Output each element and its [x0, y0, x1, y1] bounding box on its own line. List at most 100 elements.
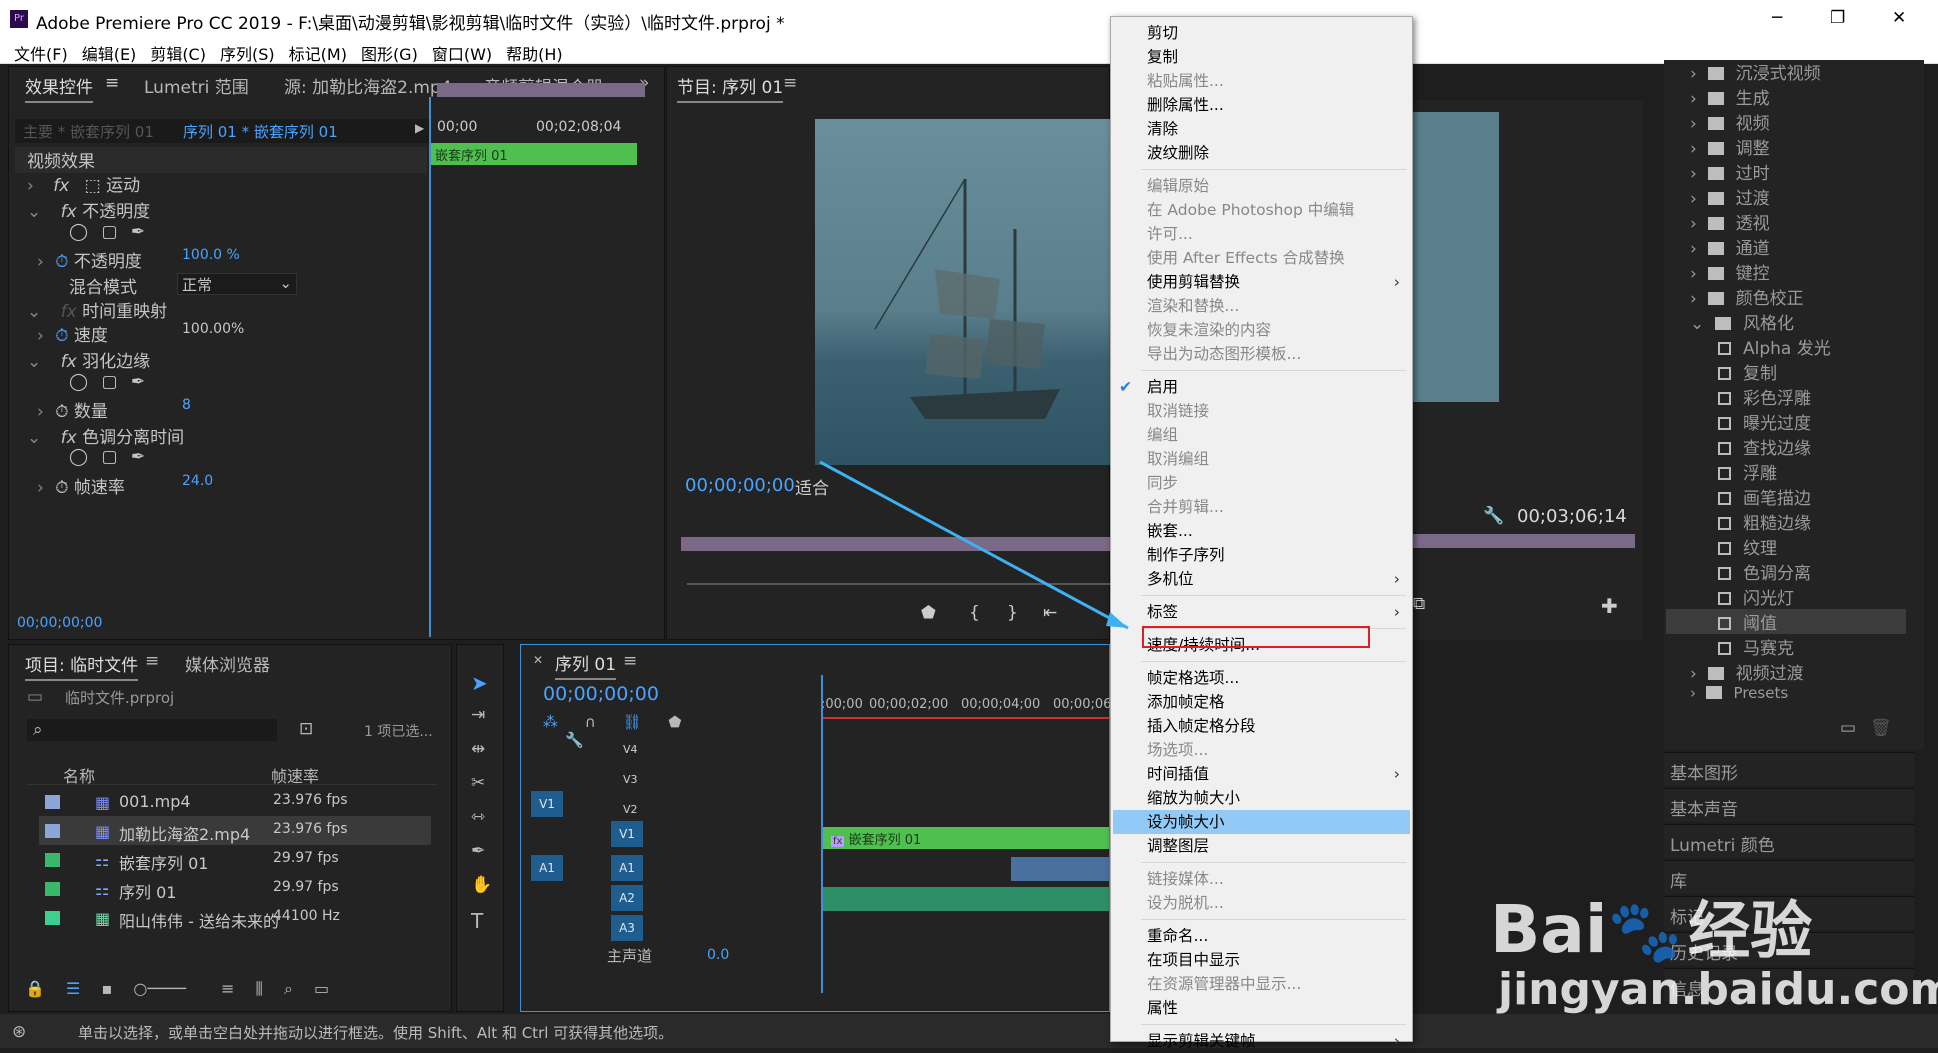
hand-tool-icon[interactable]: ✋ — [471, 875, 492, 895]
folder-channel[interactable]: › 通道 — [1690, 234, 1770, 259]
preset-item[interactable]: 彩色浮雕 — [1718, 384, 1811, 409]
preset-item[interactable]: Alpha 发光 — [1718, 334, 1831, 359]
col-fps[interactable]: 帧速率 — [271, 763, 319, 787]
find-icon[interactable]: ⌕ — [284, 979, 293, 998]
label-color[interactable] — [45, 853, 60, 867]
stopwatch-icon[interactable]: ⏱ — [55, 402, 68, 422]
pen-mask-icon[interactable]: ✒ — [131, 447, 145, 467]
menu-sequence[interactable]: 序列(S) — [220, 41, 275, 65]
lock-icon[interactable]: 🔒 — [25, 979, 45, 998]
framerate-row[interactable]: › ⏱ 帧速率 24.0 — [37, 473, 664, 499]
preset-item[interactable]: 闪光灯 — [1718, 584, 1794, 609]
pen-tool-icon[interactable]: ✒ — [471, 841, 485, 861]
master-clip-label[interactable]: 主要 * 嵌套序列 01 — [23, 121, 154, 142]
menu-file[interactable]: 文件(F) — [14, 41, 68, 65]
preset-item[interactable]: 浮雕 — [1718, 459, 1777, 484]
timeline-nested-clip[interactable]: fx 嵌套序列 01 — [823, 827, 1109, 849]
folder-color-correction[interactable]: › 颜色校正 — [1690, 284, 1804, 309]
context-menu-item[interactable]: 启用 ✔ — [1119, 375, 1412, 399]
menu-edit[interactable]: 编辑(E) — [82, 41, 137, 65]
project-item[interactable]: ▦ 加勒比海盗2.mp4 23.976 fps — [39, 816, 431, 845]
new-bin-icon[interactable]: ▭ — [314, 979, 329, 998]
track-v4[interactable]: V4 — [623, 743, 638, 756]
context-menu-item[interactable]: 插入帧定格分段 — [1147, 714, 1412, 738]
context-menu-item[interactable]: 帧定格选项... — [1147, 666, 1412, 690]
effect-motion[interactable]: › fx ⬚ 运动 — [27, 171, 664, 197]
slip-tool-icon[interactable]: ⇿ — [471, 807, 485, 827]
settings-wrench-icon[interactable]: 🔧 — [1483, 506, 1504, 526]
project-search-input[interactable]: ⌕ — [27, 719, 277, 741]
speed-value[interactable]: 100.00% — [182, 321, 244, 337]
context-menu-item[interactable]: 时间插值 › — [1147, 762, 1412, 786]
folder-video-transitions[interactable]: › 视频过渡 — [1690, 659, 1804, 684]
close-button[interactable]: ✕ — [1892, 8, 1906, 28]
track-v3[interactable]: V3 — [623, 773, 638, 786]
menu-clip[interactable]: 剪辑(C) — [150, 41, 206, 65]
ellipse-mask-icon[interactable]: ◯ — [69, 222, 88, 242]
ripple-edit-tool-icon[interactable]: ⇹ — [471, 739, 485, 759]
project-item[interactable]: ▦ 阳山伟伟 - 送给未来的 44100 Hz — [39, 903, 431, 932]
context-menu-item[interactable]: 显示剪辑关键帧 › — [1147, 1029, 1412, 1053]
icon-view-icon[interactable]: ▪ — [101, 979, 112, 998]
rect-mask-icon[interactable]: ▢ — [101, 372, 117, 392]
speed-row[interactable]: › ⏱ 速度 100.00% — [37, 321, 664, 347]
preset-item-selected[interactable]: 阈值 — [1666, 609, 1906, 634]
sort-icon[interactable]: ≡ — [221, 979, 234, 998]
add-marker-icon[interactable]: ⬟ — [921, 603, 936, 623]
program-zoom-bar-right[interactable] — [1413, 534, 1635, 548]
source-patch-v1[interactable]: V1 — [531, 791, 563, 817]
linked-selection-icon[interactable]: ⛓ — [623, 713, 642, 731]
panel-essential-graphics[interactable]: 基本图形 — [1664, 752, 1914, 786]
label-color[interactable] — [45, 882, 60, 896]
panel-menu-icon[interactable]: ≡ — [623, 651, 637, 671]
track-a2[interactable]: A2 — [611, 885, 643, 911]
context-menu-item[interactable]: 在项目中显示 — [1147, 948, 1412, 972]
opacity-value[interactable]: 100.0 % — [182, 247, 240, 263]
rect-mask-icon[interactable]: ▢ — [101, 222, 117, 242]
play-icon[interactable]: ▶ — [415, 121, 424, 135]
fit-dropdown[interactable]: 适合 — [785, 471, 875, 499]
list-view-icon[interactable]: ☰ — [66, 979, 80, 998]
stopwatch-icon[interactable]: ⏱ — [55, 478, 68, 498]
selection-tool-icon[interactable]: ➤ — [471, 671, 488, 695]
preset-item[interactable]: 马赛克 — [1718, 634, 1794, 659]
opacity-param-row[interactable]: › ⏱ 不透明度 100.0 % — [37, 247, 664, 273]
folder-perspective[interactable]: › 透视 — [1690, 209, 1770, 234]
work-area-bar[interactable] — [821, 717, 1109, 719]
effect-time-remap[interactable]: ⌄ fx 时间重映射 — [27, 297, 664, 323]
folder-generate[interactable]: › 生成 — [1690, 84, 1770, 109]
menu-window[interactable]: 窗口(W) — [432, 41, 492, 65]
maximize-button[interactable]: ❐ — [1830, 8, 1845, 28]
effect-feather[interactable]: ⌄ fx 羽化边缘 — [27, 347, 664, 373]
tab-source[interactable]: 源: 加勒比海盗2.mp4 — [284, 73, 452, 98]
tab-lumetri-scopes[interactable]: Lumetri 范围 — [144, 73, 249, 98]
preset-item[interactable]: 色调分离 — [1718, 559, 1811, 584]
context-menu-item[interactable]: 属性 — [1147, 996, 1412, 1020]
pen-mask-icon[interactable]: ✒ — [131, 222, 145, 242]
sequence-clip-label[interactable]: 序列 01 * 嵌套序列 01 — [183, 121, 338, 142]
panel-lumetri-color[interactable]: Lumetri 颜色 — [1664, 824, 1914, 858]
effect-posterize[interactable]: ⌄ fx 色调分离时间 — [27, 423, 664, 449]
label-color[interactable] — [45, 911, 60, 925]
delete-icon[interactable]: 🗑 — [1870, 718, 1892, 738]
context-menu-item[interactable]: 添加帧定格 — [1147, 690, 1412, 714]
col-name[interactable]: 名称 — [63, 763, 95, 787]
folder-presets[interactable]: › Presets — [1690, 684, 1788, 702]
project-item[interactable]: ▦ 001.mp4 23.976 fps — [39, 787, 431, 816]
ellipse-mask-icon[interactable]: ◯ — [69, 447, 88, 467]
add-marker-icon[interactable]: ⬟ — [668, 713, 681, 731]
ec-zoom-bar[interactable] — [437, 83, 645, 97]
go-to-in-icon[interactable]: ⇤ — [1043, 603, 1057, 623]
context-menu-item[interactable]: 多机位 › — [1147, 567, 1412, 591]
program-video-frame[interactable] — [815, 119, 1111, 465]
preset-item[interactable]: 画笔描边 — [1718, 484, 1811, 509]
preset-item[interactable]: 查找边缘 — [1718, 434, 1811, 459]
track-a1[interactable]: A1 — [611, 855, 643, 881]
panel-menu-icon[interactable]: ≡ — [145, 651, 159, 671]
amount-value[interactable]: 8 — [182, 397, 191, 413]
stopwatch-icon[interactable]: ⏱ — [55, 326, 68, 346]
folder-transition[interactable]: › 过渡 — [1690, 184, 1770, 209]
new-bin-from-search-icon[interactable]: ⊡ — [299, 719, 313, 739]
blend-mode-dropdown[interactable]: 正常 ⌄ — [177, 273, 297, 295]
menu-marker[interactable]: 标记(M) — [289, 41, 347, 65]
